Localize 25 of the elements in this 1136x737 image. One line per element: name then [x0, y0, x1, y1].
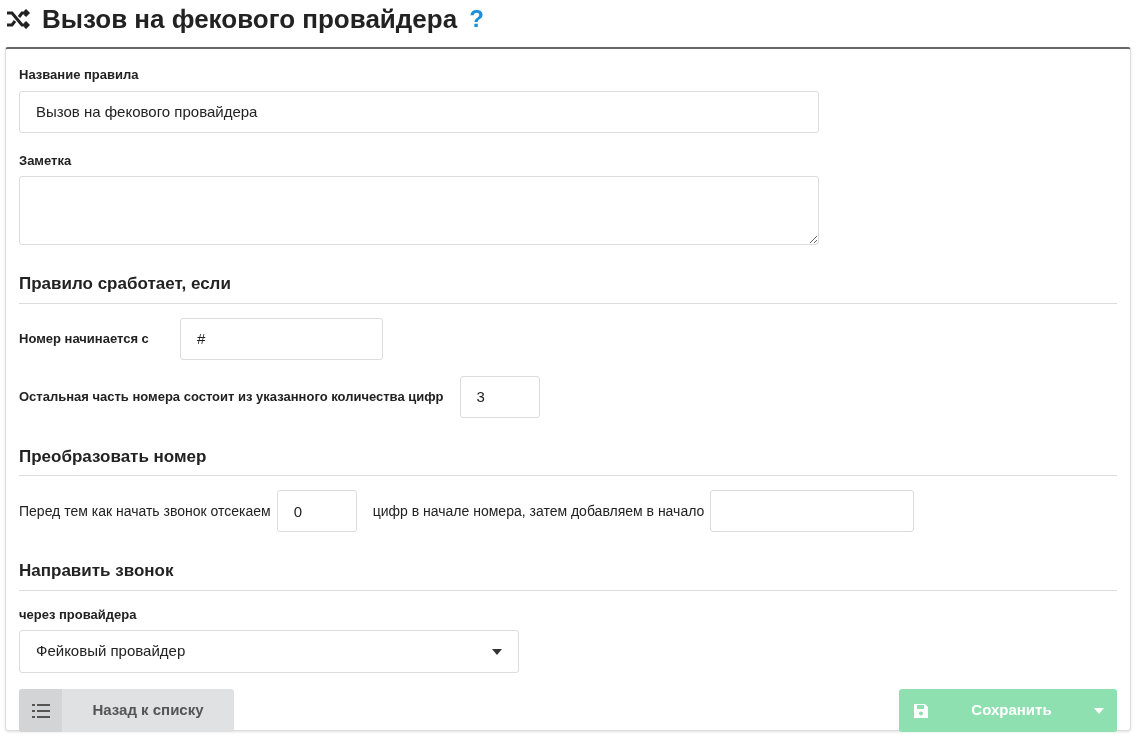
rule-name-field[interactable]: Вызов на фекового провайдера	[19, 90, 819, 133]
cut-digits-field[interactable]: 0	[276, 490, 357, 532]
field-label: Остальная часть номера состоит из указанного количества цифр	[19, 387, 444, 406]
back-button[interactable]: Назад к списку	[19, 689, 234, 732]
help-link[interactable]: ?	[469, 1, 484, 37]
note-field[interactable]	[19, 176, 819, 245]
field-label: Название правила	[19, 66, 139, 84]
section-heading: Правило сработает, если	[19, 273, 231, 295]
provider-select[interactable]: Фейковый провайдер	[19, 630, 519, 673]
digits-count-field[interactable]: 3	[459, 375, 540, 418]
list-icon	[31, 703, 50, 718]
field-label: цифр в начале номера, затем добавляем в начало	[372, 501, 705, 521]
caret-icon	[492, 648, 502, 655]
field-label: Номер начинается с	[19, 329, 150, 348]
section-heading: Преобразовать номер	[19, 445, 207, 468]
shuffle-icon	[6, 9, 30, 29]
caret-icon	[1094, 707, 1104, 714]
section-heading: Направить звонок	[19, 560, 174, 582]
prepend-field[interactable]	[710, 490, 915, 532]
field-label: Заметка	[19, 151, 72, 170]
save-icon	[912, 702, 929, 719]
field-label: Перед тем как начать звонок отсекаем	[19, 501, 271, 521]
page-title: Вызов на фекового провайдера	[42, 2, 458, 36]
prefix-field[interactable]: #	[180, 317, 383, 360]
field-label: через провайдера	[19, 605, 137, 624]
